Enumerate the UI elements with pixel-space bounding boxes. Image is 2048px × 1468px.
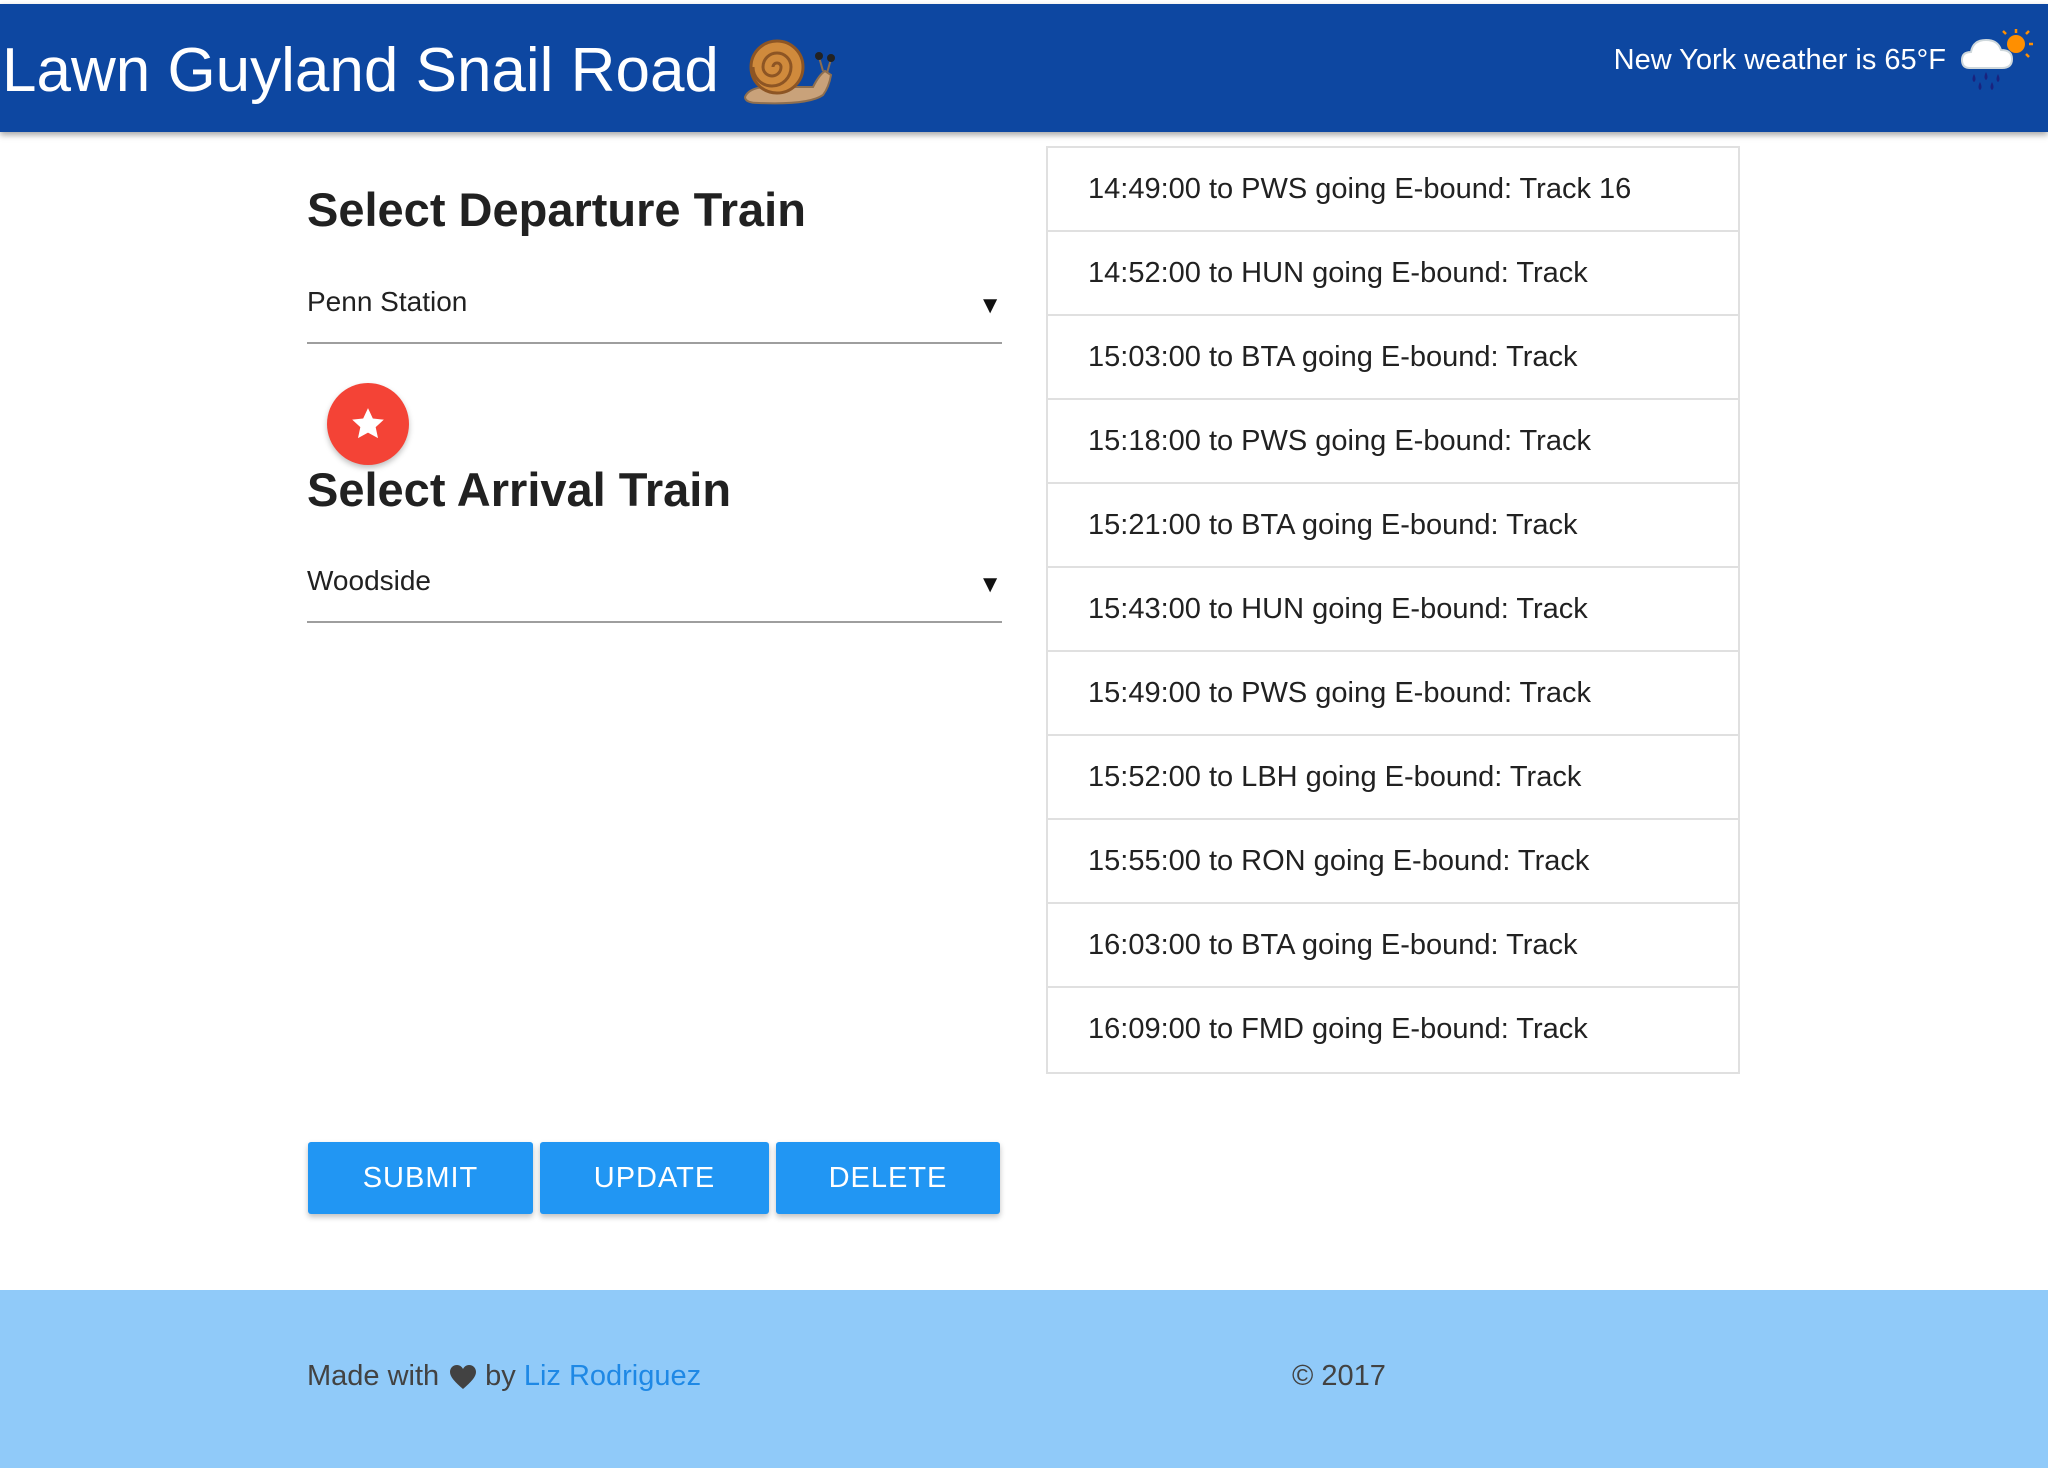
arrival-select-value: Woodside bbox=[307, 565, 432, 596]
train-list-item[interactable]: 15:18:00 to PWS going E-bound: Track bbox=[1048, 400, 1738, 484]
train-list-item[interactable]: 16:03:00 to BTA going E-bound: Track bbox=[1048, 904, 1738, 988]
star-icon bbox=[352, 408, 384, 439]
train-list-item[interactable]: 15:55:00 to RON going E-bound: Track bbox=[1048, 820, 1738, 904]
weather-text: New York weather is 65°F bbox=[1613, 43, 1946, 76]
train-list-item[interactable]: 16:09:00 to FMD going E-bound: Track bbox=[1048, 988, 1738, 1072]
app-title: Lawn Guyland Snail Road bbox=[2, 36, 719, 105]
train-list-item[interactable]: 14:49:00 to PWS going E-bound: Track 16 bbox=[1048, 148, 1738, 232]
caret-down-icon: ▼ bbox=[978, 571, 1002, 598]
train-list-item[interactable]: 15:49:00 to PWS going E-bound: Track bbox=[1048, 652, 1738, 736]
train-list-item[interactable]: 15:52:00 to LBH going E-bound: Track bbox=[1048, 736, 1738, 820]
departure-heading: Select Departure Train bbox=[307, 183, 806, 236]
train-list: 14:49:00 to PWS going E-bound: Track 16 … bbox=[1046, 146, 1740, 1074]
author-link[interactable]: Liz Rodriguez bbox=[524, 1360, 701, 1393]
brand[interactable]: Lawn Guyland Snail Road bbox=[2, 28, 835, 114]
app-header: Lawn Guyland Snail Road New York weather… bbox=[0, 4, 2048, 132]
delete-button[interactable]: DELETE bbox=[776, 1142, 1000, 1214]
rain-cloud-sun-icon bbox=[1960, 29, 2033, 90]
departure-select-value: Penn Station bbox=[307, 286, 468, 317]
train-list-item[interactable]: 15:03:00 to BTA going E-bound: Track bbox=[1048, 316, 1738, 400]
page-footer: Made with by Liz Rodriguez © 2017 bbox=[0, 1290, 2048, 1468]
submit-button[interactable]: SUBMIT bbox=[308, 1142, 533, 1214]
by-text: by bbox=[485, 1360, 516, 1392]
train-list-item[interactable]: 15:43:00 to HUN going E-bound: Track bbox=[1048, 568, 1738, 652]
footer-credit: Made with by Liz Rodriguez bbox=[307, 1360, 701, 1393]
snail-icon bbox=[743, 39, 835, 105]
heart-icon bbox=[450, 1364, 477, 1389]
arrival-select[interactable]: Woodside ▼ bbox=[307, 551, 1002, 623]
weather-widget: New York weather is 65°F bbox=[1614, 28, 2034, 92]
favorite-button[interactable] bbox=[327, 383, 409, 465]
arrival-heading: Select Arrival Train bbox=[307, 463, 732, 516]
made-with-text: Made with bbox=[307, 1360, 440, 1392]
departure-select[interactable]: Penn Station ▼ bbox=[307, 272, 1002, 344]
train-list-item[interactable]: 15:21:00 to BTA going E-bound: Track bbox=[1048, 484, 1738, 568]
update-button[interactable]: UPDATE bbox=[540, 1142, 769, 1214]
page: Lawn Guyland Snail Road New York weather… bbox=[0, 0, 2048, 1468]
caret-down-icon: ▼ bbox=[978, 292, 1002, 319]
train-list-item[interactable]: 14:52:00 to HUN going E-bound: Track bbox=[1048, 232, 1738, 316]
copyright-text: © 2017 bbox=[1292, 1360, 1386, 1392]
